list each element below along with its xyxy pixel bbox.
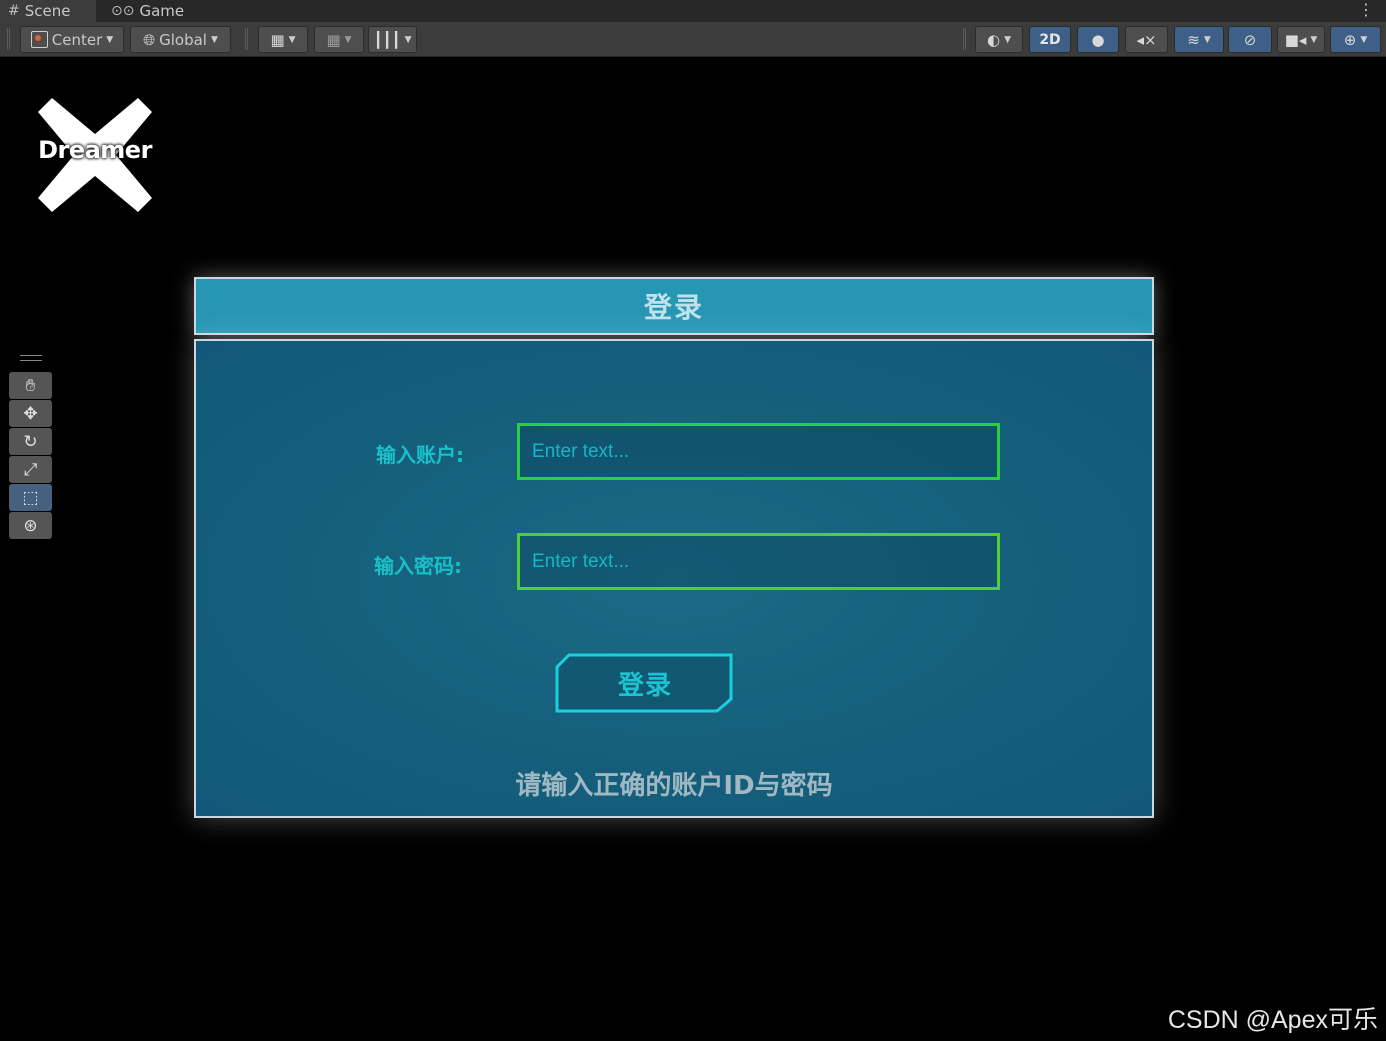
chevron-down-icon: ▼	[404, 34, 412, 45]
move-tool[interactable]: ✥	[9, 400, 52, 427]
account-input[interactable]	[520, 426, 997, 477]
camera-dropdown[interactable]: ■◂ ▼	[1277, 26, 1325, 53]
transform-tool[interactable]: ⊛	[9, 512, 52, 539]
speaker-muted-icon: ◂×	[1136, 30, 1157, 49]
login-title: 登录	[643, 291, 704, 324]
pivot-mode-label: Center	[51, 30, 103, 49]
login-panel: 输入账户: 输入密码: 登录 请输入正确的账户ID与密码	[194, 339, 1154, 818]
tab-scene-label: Scene	[24, 2, 71, 20]
shading-sphere-icon: ◐	[986, 30, 1001, 49]
rotate-icon: ↻	[23, 431, 38, 452]
account-label: 输入账户:	[376, 443, 464, 467]
2d-mode-label: 2D	[1039, 31, 1061, 48]
gizmos-dropdown[interactable]: ⊕ ▼	[1330, 26, 1381, 53]
toolbar-grip[interactable]	[963, 28, 966, 50]
scale-tool[interactable]: ⤢	[9, 456, 52, 483]
gizmo-globe-icon: ⊕	[1343, 30, 1357, 49]
toolbar-grip[interactable]	[245, 28, 248, 50]
chevron-down-icon: ▼	[1360, 34, 1368, 45]
move-arrows-icon: ✥	[23, 403, 38, 424]
csdn-watermark: CSDN @Apex可乐	[1167, 1006, 1378, 1034]
rect-transform-icon: ⬚	[22, 487, 39, 508]
hand-tool[interactable]: ✋︎	[9, 372, 52, 399]
more-options-icon[interactable]: ⋮	[1358, 0, 1374, 22]
rotate-tool[interactable]: ↻	[9, 428, 52, 455]
chevron-down-icon: ▼	[106, 34, 114, 45]
password-label: 输入密码:	[374, 554, 462, 578]
password-input[interactable]	[520, 536, 997, 587]
audio-toggle[interactable]: ◂×	[1125, 26, 1168, 53]
grid-snap-icon: ▦	[270, 30, 285, 49]
tools-overlay-grip[interactable]	[20, 355, 42, 361]
logo-text: Dreamer	[38, 136, 152, 164]
editor-tab-strip: # Scene ⊙⊙ Game ⋮	[0, 0, 1386, 22]
tab-game-label: Game	[139, 2, 185, 20]
scene-toolbar: Center ▼ 🌐︎ Global ▼ ▦ ▼ ▦ ▼ ┃┃┃ ▼ ◐ ▼ 2…	[0, 22, 1386, 57]
chevron-down-icon: ▼	[344, 34, 352, 45]
lighting-toggle[interactable]: ●	[1077, 26, 1119, 53]
login-title-bar: 登录	[194, 277, 1154, 335]
pivot-mode-dropdown[interactable]: Center ▼	[20, 26, 124, 53]
scale-icon: ⤢	[23, 459, 38, 480]
chevron-down-icon: ▼	[1004, 34, 1011, 45]
gamepad-icon: ⊙⊙	[111, 3, 135, 19]
rect-tool[interactable]: ⬚	[9, 484, 52, 511]
ruler-icon: ┃┃┃	[373, 30, 401, 49]
login-hint-text: 请输入正确的账户ID与密码	[515, 771, 833, 801]
transform-gizmo-icon: ⊛	[23, 515, 38, 536]
pivot-icon	[30, 31, 48, 48]
light-bulb-icon: ●	[1091, 30, 1105, 49]
increment-snap-icon: ▦	[326, 30, 341, 49]
hand-icon: ✋︎	[25, 375, 36, 396]
chevron-down-icon: ▼	[288, 34, 296, 45]
tab-scene[interactable]: # Scene	[0, 0, 96, 22]
chevron-down-icon: ▼	[1203, 34, 1211, 45]
scene-visibility-toggle[interactable]: ⊘	[1228, 26, 1272, 53]
chevron-down-icon: ▼	[1310, 34, 1318, 45]
account-field-frame	[517, 423, 1000, 480]
camera-icon: ■◂	[1284, 30, 1307, 49]
2d-mode-toggle[interactable]: 2D	[1029, 26, 1071, 53]
increment-snap-dropdown[interactable]: ▦ ▼	[314, 26, 364, 53]
tab-game[interactable]: ⊙⊙ Game	[103, 0, 193, 22]
globe-icon: 🌐︎	[143, 30, 156, 49]
pivot-space-dropdown[interactable]: 🌐︎ Global ▼	[130, 26, 231, 53]
chevron-down-icon: ▼	[210, 34, 218, 45]
grid-snap-dropdown[interactable]: ▦ ▼	[258, 26, 308, 53]
effects-dropdown[interactable]: ≋ ▼	[1174, 26, 1224, 53]
ruler-snap-dropdown[interactable]: ┃┃┃ ▼	[368, 26, 417, 53]
password-field-frame	[517, 533, 1000, 590]
pivot-space-label: Global	[159, 30, 207, 49]
effects-layers-icon: ≋	[1187, 30, 1200, 49]
grid-icon: #	[8, 3, 20, 19]
login-button[interactable]: 登录	[555, 653, 735, 713]
login-button-label: 登录	[617, 670, 672, 701]
draw-mode-dropdown[interactable]: ◐ ▼	[975, 26, 1023, 53]
eye-hidden-icon: ⊘	[1243, 30, 1257, 49]
toolbar-grip[interactable]	[7, 28, 10, 50]
scene-tools-overlay: ✋︎ ✥ ↻ ⤢ ⬚ ⊛	[9, 372, 52, 540]
